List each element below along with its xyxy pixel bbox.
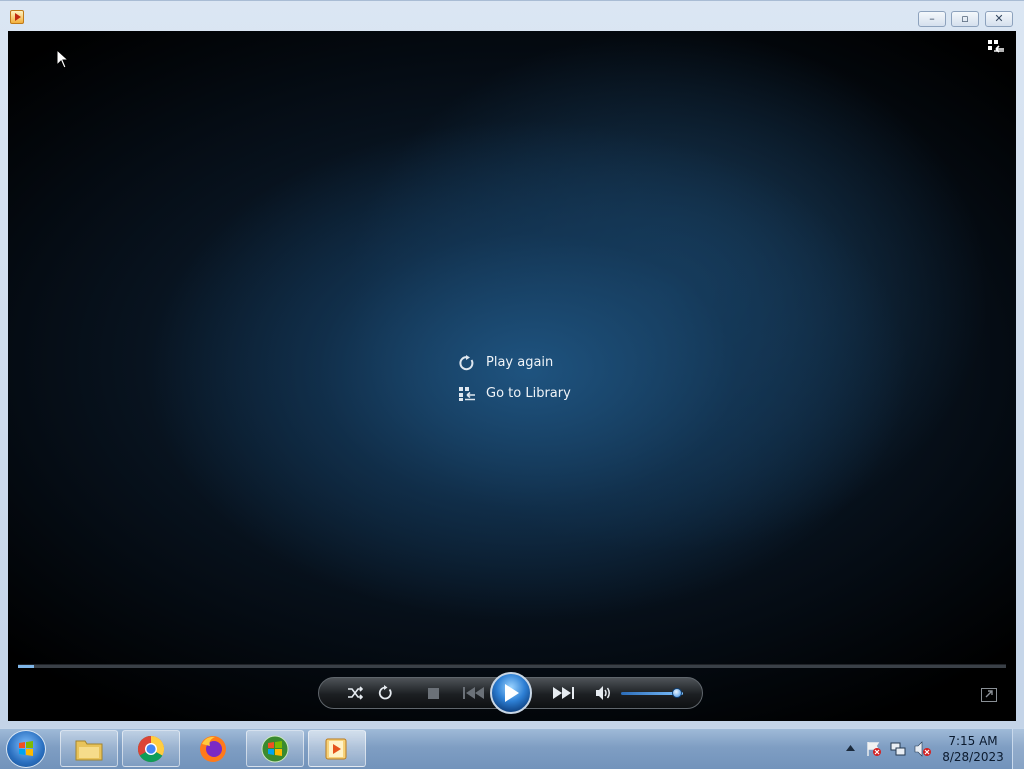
media-player-app-icon[interactable] xyxy=(10,10,24,24)
stop-button[interactable] xyxy=(423,678,443,708)
clock-time: 7:15 AM xyxy=(948,734,998,748)
network-icon[interactable] xyxy=(890,741,906,757)
go-to-library-link[interactable]: Go to Library xyxy=(458,378,571,409)
minimize-button[interactable]: – xyxy=(918,11,946,27)
switch-to-compact-mode-icon[interactable] xyxy=(981,687,997,702)
clock[interactable]: 7:15 AM 8/28/2023 xyxy=(940,733,1006,765)
close-button[interactable]: ✕ xyxy=(985,11,1013,27)
taskbar-firefox[interactable] xyxy=(184,730,242,767)
next-icon xyxy=(553,687,574,699)
mute-button[interactable] xyxy=(593,678,615,708)
shuffle-icon xyxy=(348,686,363,700)
next-button[interactable] xyxy=(549,678,579,708)
end-of-media-menu: Play again Go to Library xyxy=(458,347,571,409)
repeat-icon xyxy=(378,685,392,700)
speaker-icon xyxy=(596,686,610,700)
clock-date: 8/28/2023 xyxy=(942,750,1004,764)
chrome-icon xyxy=(137,735,165,762)
seek-progress xyxy=(18,665,34,668)
shuffle-button[interactable] xyxy=(343,678,367,708)
play-again-label: Play again xyxy=(486,355,554,370)
replay-icon xyxy=(458,354,476,371)
stop-icon xyxy=(427,687,439,699)
firefox-icon xyxy=(200,735,226,762)
taskbar-chrome[interactable] xyxy=(122,730,180,767)
action-center-flag-icon[interactable] xyxy=(866,741,882,757)
go-to-library-label: Go to Library xyxy=(486,386,571,401)
show-hidden-icons-icon[interactable] xyxy=(846,745,855,751)
play-icon xyxy=(505,684,519,702)
start-button[interactable] xyxy=(6,730,46,768)
folder-icon xyxy=(75,740,103,760)
media-center-icon xyxy=(261,735,289,762)
library-icon xyxy=(458,386,476,402)
volume-slider-thumb[interactable] xyxy=(671,688,682,698)
play-button[interactable] xyxy=(490,672,532,714)
show-desktop-button[interactable] xyxy=(1012,729,1024,769)
volume-slider[interactable] xyxy=(621,688,683,698)
seek-bar[interactable] xyxy=(18,664,1006,668)
now-playing-area[interactable]: Play again Go to Library xyxy=(8,31,1016,721)
media-player-window: – ▫ ✕ Play again Go to Library xyxy=(0,0,1024,729)
maximize-button[interactable]: ▫ xyxy=(951,11,979,27)
switch-to-library-icon[interactable] xyxy=(987,39,1005,55)
repeat-button[interactable] xyxy=(373,678,397,708)
windows-logo-icon xyxy=(19,741,33,756)
playback-controls xyxy=(318,672,703,714)
previous-icon xyxy=(463,687,484,699)
volume-muted-icon[interactable] xyxy=(914,741,932,757)
play-again-link[interactable]: Play again xyxy=(458,347,571,378)
media-player-icon xyxy=(325,738,347,759)
title-bar[interactable]: – ▫ ✕ xyxy=(0,1,1024,31)
taskbar-windows-media-center[interactable] xyxy=(246,730,304,767)
previous-button[interactable] xyxy=(457,678,491,708)
taskbar: 7:15 AM 8/28/2023 xyxy=(0,728,1024,769)
taskbar-file-explorer[interactable] xyxy=(60,730,118,767)
taskbar-windows-media-player[interactable] xyxy=(308,730,366,767)
